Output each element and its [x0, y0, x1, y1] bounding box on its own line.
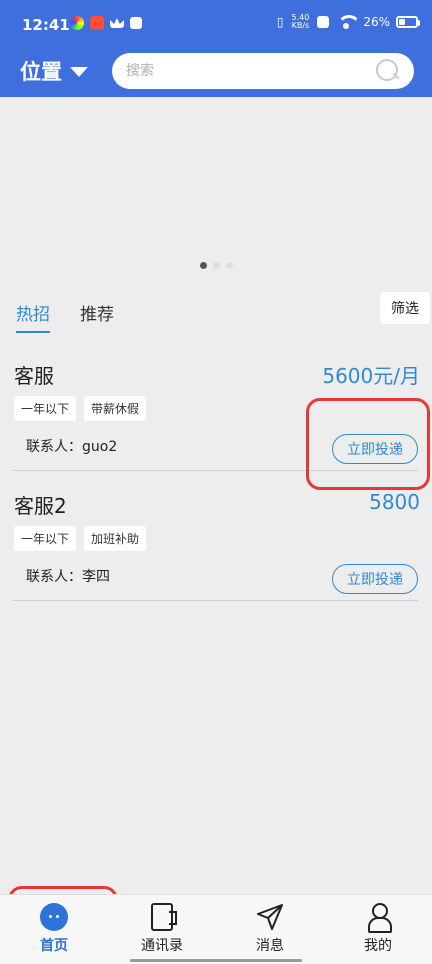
job-contact: 联系人：李四	[26, 569, 110, 585]
tab-hot[interactable]: 热招	[16, 300, 50, 333]
crown-icon	[110, 18, 124, 28]
search-input[interactable]	[126, 63, 376, 79]
job-tag: 一年以下	[14, 396, 77, 421]
top-bar: 12:41 ▯ 5.40 KB/s 26% 位置 搜索	[0, 0, 432, 97]
bottom-nav: 首页 通讯录 消息 我的	[0, 894, 432, 964]
network-speed: 5.40 KB/s	[291, 13, 310, 30]
apply-button[interactable]: 立即投递	[332, 434, 418, 464]
carousel-dots	[200, 262, 233, 269]
nav-messages[interactable]: 消息	[220, 903, 320, 955]
divider	[12, 600, 418, 601]
nav-label: 首页	[40, 938, 68, 954]
search-box[interactable]	[112, 53, 414, 89]
filter-button[interactable]: 筛选	[380, 292, 430, 324]
battery-icon	[396, 16, 420, 28]
job-tag: 带薪休假	[84, 396, 147, 421]
apply-button[interactable]: 立即投递	[332, 564, 418, 594]
job-title: 客服2	[14, 494, 67, 518]
home-chat-icon	[40, 903, 68, 931]
notification-icons	[70, 16, 142, 30]
banner-carousel[interactable]	[0, 97, 432, 282]
battery-percent: 26%	[363, 15, 390, 29]
divider	[12, 470, 418, 471]
carousel-dot[interactable]	[200, 262, 207, 269]
nav-label: 通讯录	[141, 938, 183, 954]
app-notification-icon-square	[130, 17, 142, 29]
nav-home[interactable]: 首页	[4, 903, 104, 955]
nav-profile[interactable]: 我的	[328, 903, 428, 955]
send-icon	[257, 904, 283, 930]
nav-label: 我的	[364, 938, 392, 954]
status-bar: 12:41 ▯ 5.40 KB/s 26%	[0, 0, 432, 50]
carousel-dot[interactable]	[226, 262, 233, 269]
job-title: 客服	[14, 364, 54, 388]
job-contact: 联系人：guo2	[26, 439, 118, 455]
app-root: 12:41 ▯ 5.40 KB/s 26% 位置 搜索 热招 推荐 筛选 客服 …	[0, 0, 432, 964]
job-tags: 一年以下 带薪休假	[14, 396, 147, 421]
vibrate-icon: ▯	[276, 15, 284, 29]
search-icon[interactable]	[376, 59, 400, 83]
job-tags: 一年以下 加班补助	[14, 526, 147, 551]
job-tag: 一年以下	[14, 526, 77, 551]
user-icon	[368, 903, 392, 933]
nav-contacts[interactable]: 通讯录	[112, 903, 212, 955]
dropdown-triangle-icon	[70, 67, 88, 77]
status-time: 12:41	[22, 16, 70, 34]
tab-recommend[interactable]: 推荐	[80, 300, 114, 333]
status-right: ▯ 5.40 KB/s 26%	[276, 13, 420, 30]
job-salary: 5800	[369, 490, 420, 514]
nav-label: 消息	[256, 938, 284, 954]
battery: 26%	[363, 15, 420, 29]
job-tag: 加班补助	[84, 526, 147, 551]
wifi-icon	[337, 15, 362, 29]
carousel-dot[interactable]	[213, 262, 220, 269]
location-selector[interactable]: 位置	[20, 57, 88, 85]
gesture-bar[interactable]	[130, 959, 302, 962]
app-notification-icon	[70, 16, 84, 30]
sim-icon	[317, 16, 330, 28]
job-card[interactable]: 客服2 5800 一年以下 加班补助 联系人：李四 立即投递	[12, 486, 420, 601]
location-label: 位置	[20, 60, 62, 84]
job-card[interactable]: 客服 5600元/月 一年以下 带薪休假 联系人：guo2 立即投递	[12, 356, 420, 471]
address-book-icon	[151, 903, 177, 931]
job-salary: 5600元/月	[322, 364, 420, 388]
app-notification-icon-red	[90, 16, 104, 30]
job-tabs: 热招 推荐	[16, 300, 114, 333]
